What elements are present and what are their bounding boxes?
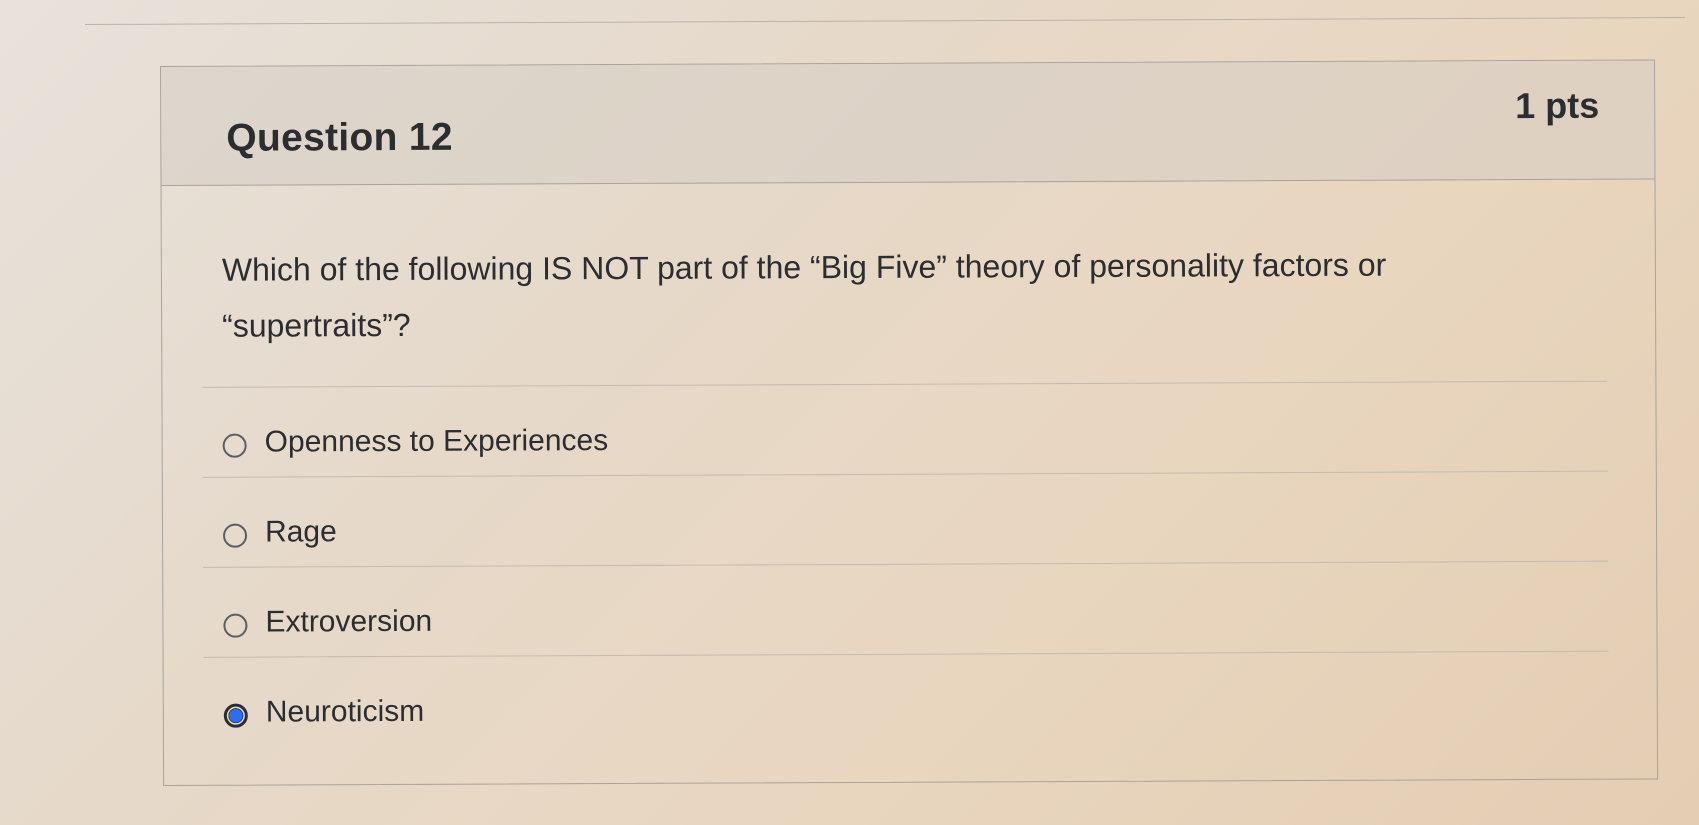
- radio-button-selected-icon[interactable]: [223, 703, 248, 728]
- radio-button-icon[interactable]: [222, 523, 248, 548]
- answer-option-openness[interactable]: Openness to Experiences: [202, 380, 1608, 477]
- answer-option-extroversion[interactable]: Extroversion: [203, 560, 1609, 657]
- answer-label[interactable]: Rage: [265, 515, 337, 549]
- question-points: 1 pts: [1515, 84, 1600, 127]
- answer-label[interactable]: Extroversion: [265, 605, 432, 640]
- answer-list: Openness to Experiences Rage Extroversio…: [202, 380, 1609, 747]
- answer-label[interactable]: Openness to Experiences: [265, 424, 609, 459]
- answer-option-neuroticism[interactable]: Neuroticism: [203, 650, 1609, 747]
- radio-button-icon[interactable]: [223, 613, 248, 638]
- answer-label[interactable]: Neuroticism: [266, 695, 425, 730]
- question-card: Question 12 1 pts Which of the following…: [160, 59, 1659, 786]
- question-title: Question 12: [226, 115, 453, 160]
- radio-button-icon[interactable]: [222, 433, 247, 458]
- top-divider: [84, 17, 1685, 25]
- answer-option-rage[interactable]: Rage: [202, 470, 1609, 567]
- question-header: Question 12 1 pts: [161, 60, 1655, 186]
- question-text: Which of the following IS NOT part of th…: [221, 246, 1387, 344]
